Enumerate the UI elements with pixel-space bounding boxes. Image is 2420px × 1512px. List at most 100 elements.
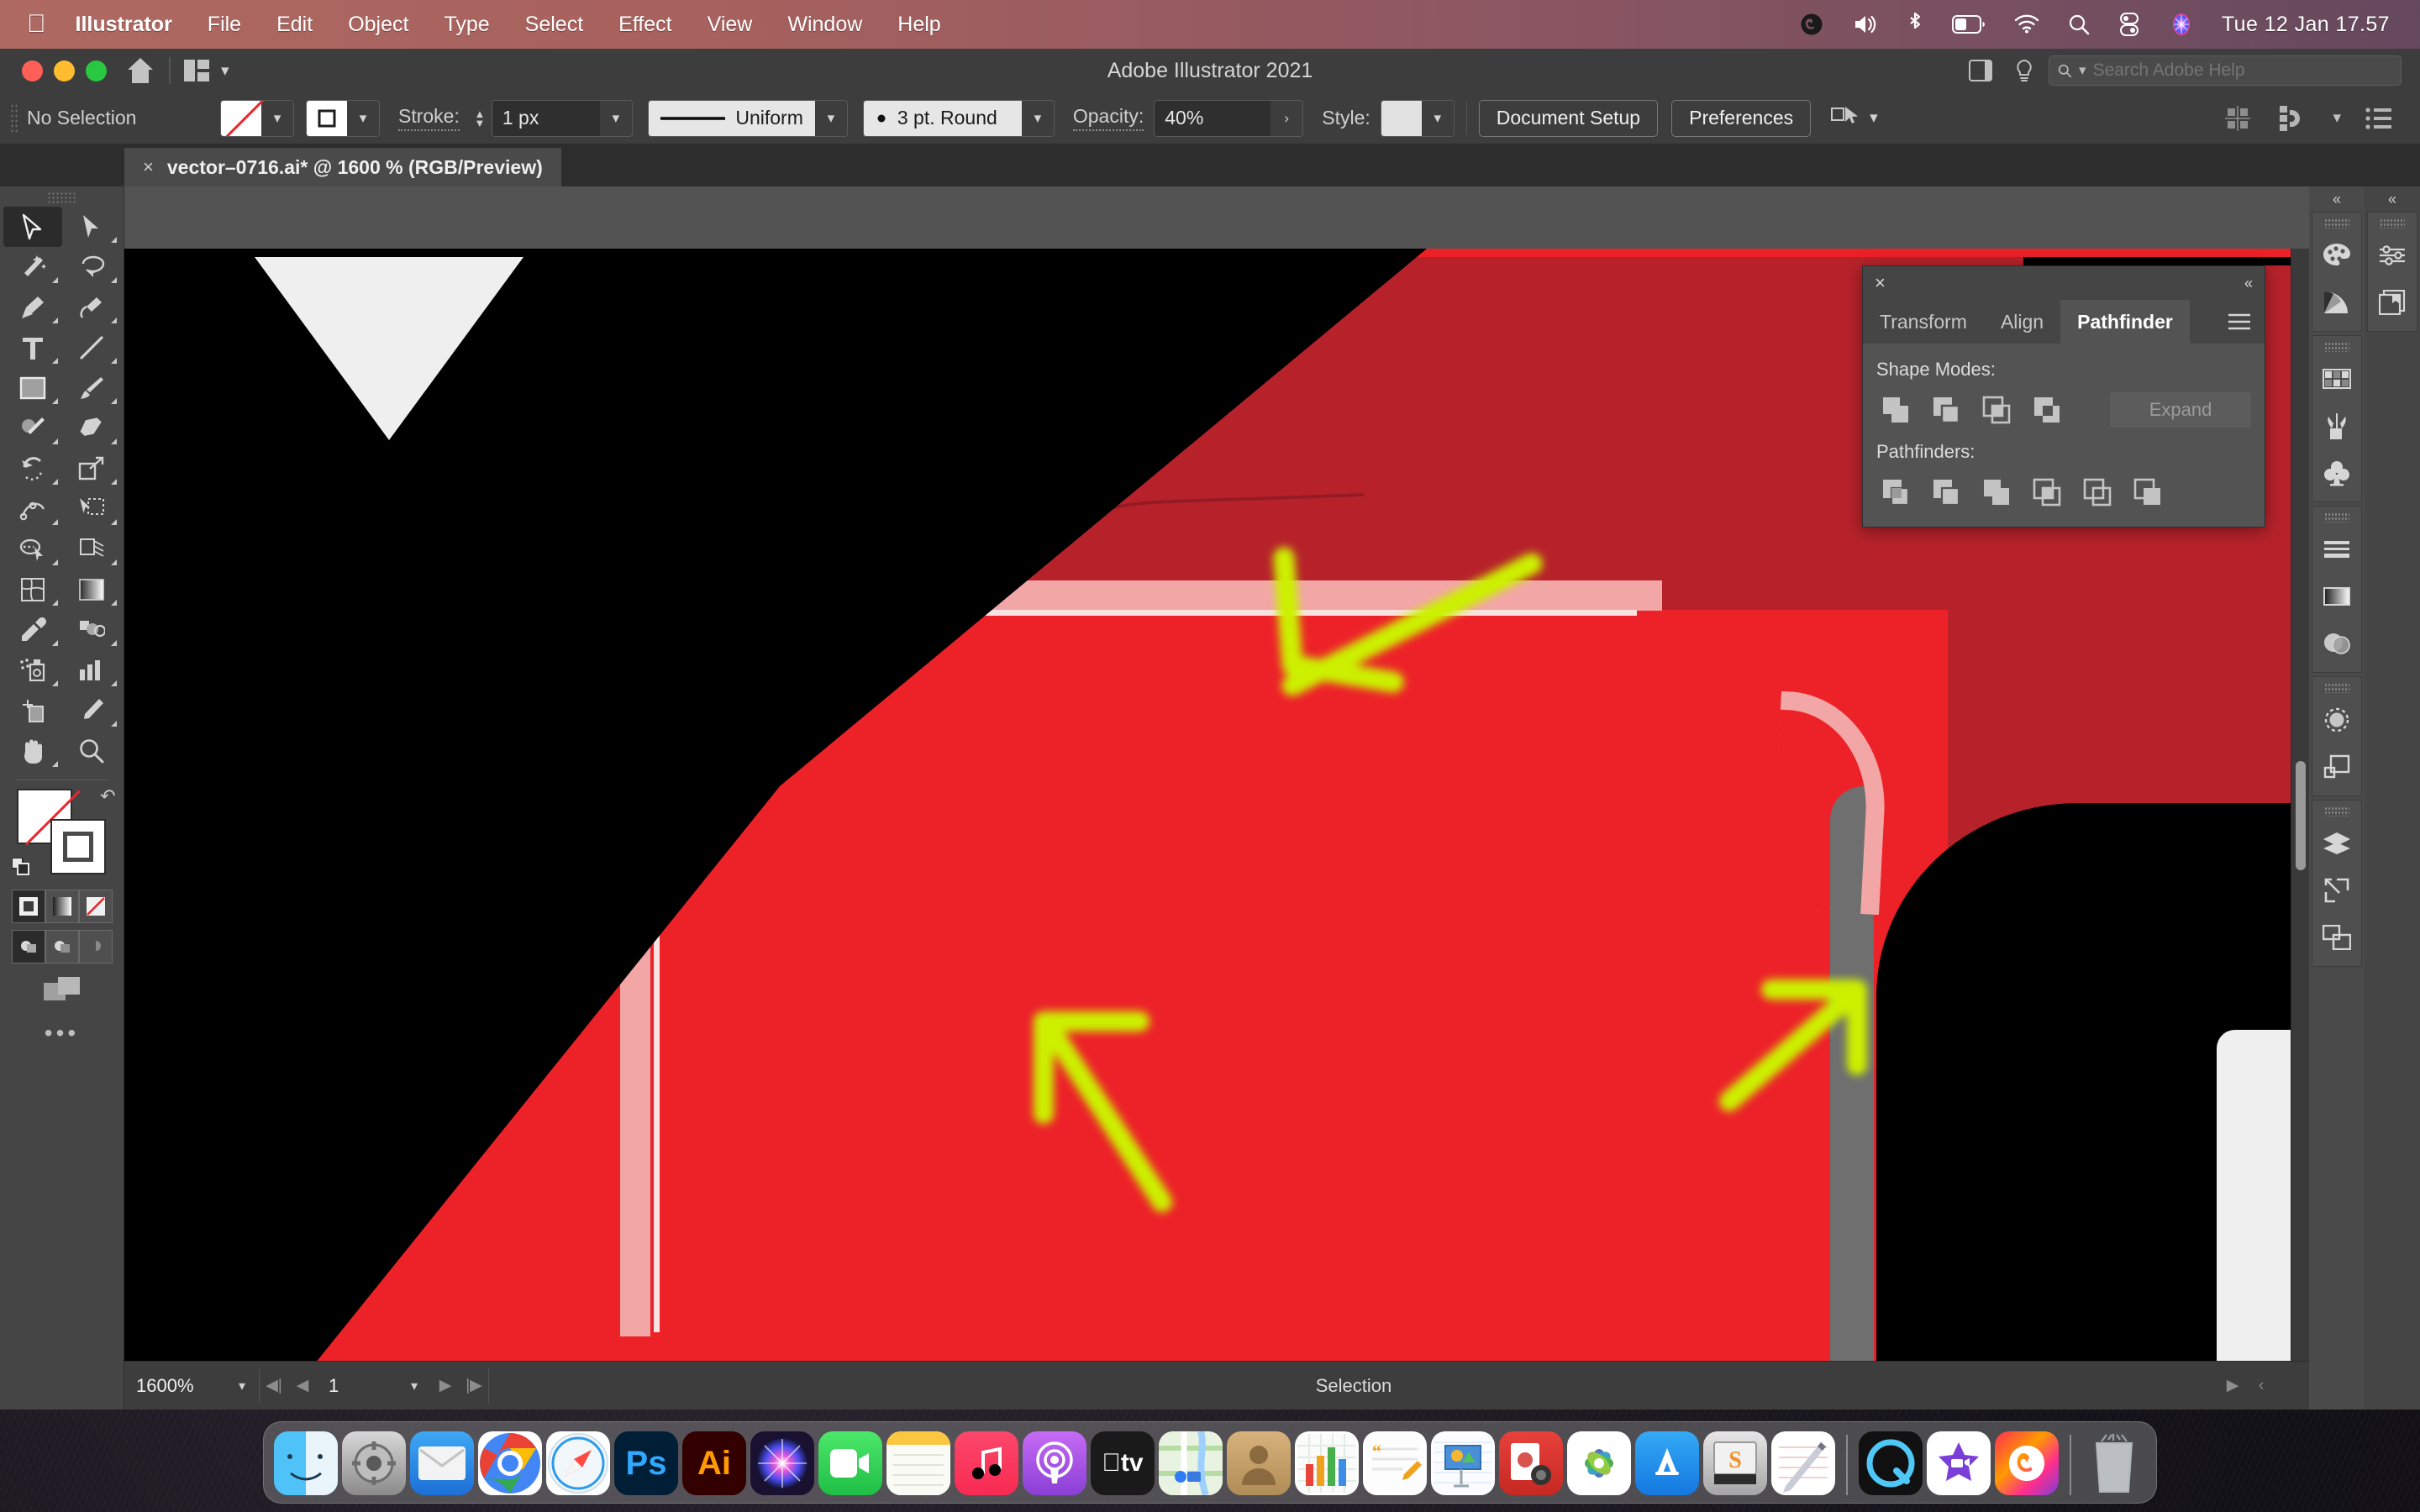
selection-tool[interactable] [3,207,62,247]
curvature-tool[interactable] [62,287,121,328]
dock-group-grip[interactable] [2324,512,2349,522]
stroke-panel-icon[interactable] [2313,526,2360,573]
mesh-tool[interactable] [3,570,62,610]
pathfinder-panel[interactable]: × « Transform Align Pathfinder Shape Mod… [1862,265,2265,528]
more-options-icon[interactable] [2360,99,2398,138]
column-graph-tool[interactable] [62,650,121,690]
menu-effect[interactable]: Effect [601,13,689,35]
symbol-sprayer-tool[interactable] [3,650,62,690]
next-artboard-icon[interactable]: ▶ [431,1369,460,1403]
dock-app-podcasts[interactable] [1023,1431,1086,1495]
tools-panel-grip[interactable] [46,192,77,203]
change-screen-mode-icon[interactable] [43,975,82,1006]
stroke-weight-stepper[interactable]: ▲ ▼ [468,108,492,129]
stroke-color-control[interactable]: ▾ [306,99,380,137]
dock-group-grip[interactable] [2324,218,2349,228]
apple-logo-icon[interactable]:  [20,12,58,37]
close-icon[interactable]: × [1875,272,1886,294]
bluetooth-icon[interactable] [1892,0,1938,49]
brush-definition-value[interactable]: 3 pt. Round [863,100,1022,136]
artboards-panel-icon[interactable] [2313,914,2360,961]
color-guide-panel-icon[interactable] [2313,279,2360,326]
dock-app-safari[interactable] [546,1431,610,1495]
dock-app-textedit[interactable] [1771,1431,1835,1495]
canvas-vertical-scroll-thumb[interactable] [2296,761,2306,870]
status-menu-arrow-icon[interactable]: ▶ [2218,1369,2247,1403]
edit-toolbar-button[interactable]: ••• [45,1020,79,1047]
menu-file[interactable]: File [190,13,259,35]
symbols-panel-icon[interactable] [2313,449,2360,496]
select-similar-chevron-down-icon[interactable]: ▾ [1870,108,1878,128]
dock-app-contacts[interactable] [1227,1431,1291,1495]
dock-app-finder[interactable] [274,1431,338,1495]
exclude-button[interactable] [2028,391,2066,429]
merge-button[interactable] [1977,473,2016,512]
line-segment-tool[interactable] [62,328,121,368]
battery-icon[interactable] [1938,0,2000,49]
menu-view[interactable]: View [690,13,771,35]
close-icon[interactable]: × [143,156,154,178]
canvas-vertical-scrollbar[interactable] [2291,249,2309,1361]
rectangle-tool[interactable] [3,368,62,408]
minus-back-button[interactable] [2128,473,2167,512]
arrange-chevron-down-icon[interactable]: ▾ [221,61,229,81]
dock-group-grip[interactable] [2324,342,2349,352]
search-adobe-help-box[interactable]: ▾ [2049,55,2402,86]
panel-menu-icon[interactable] [2214,300,2265,344]
scale-tool[interactable] [62,449,121,489]
close-window-button[interactable] [22,60,43,81]
zoom-level-value[interactable]: 1600% [124,1368,225,1403]
switch-layout-icon[interactable] [1961,51,2000,90]
dock-app-quicktime-player[interactable] [1859,1431,1923,1495]
select-similar-objects-icon[interactable] [1826,99,1865,138]
direct-selection-tool[interactable] [62,207,121,247]
color-mode-button[interactable] [11,890,45,923]
search-input[interactable] [2092,60,2392,81]
stroke-weight-control[interactable]: 1 px ▾ [491,99,633,137]
wifi-icon[interactable] [2000,0,2054,49]
menu-bar-clock[interactable]: Tue 12 Jan 17.57 [2208,13,2396,37]
fill-color-control[interactable]: ▾ [220,99,294,137]
first-artboard-icon[interactable]: ◀| [260,1369,288,1403]
snap-chevron-down-icon[interactable]: ▾ [2333,108,2341,128]
type-tool[interactable] [3,328,62,368]
libraries-panel-icon[interactable] [2369,279,2416,326]
dock-app-stickies[interactable]: S [1703,1431,1767,1495]
align-to-artboard-icon[interactable] [2218,99,2257,138]
document-tab[interactable]: × vector–0716.ai* @ 1600 % (RGB/Preview) [124,148,561,186]
dock-app-photo-booth[interactable] [1499,1431,1563,1495]
dock-app-notes[interactable] [886,1431,950,1495]
dock-app-system-preferences[interactable] [342,1431,406,1495]
divide-button[interactable] [1876,473,1915,512]
dock-app-siri[interactable] [750,1431,814,1495]
gradient-panel-icon[interactable] [2313,573,2360,620]
transparency-panel-icon[interactable] [2313,620,2360,667]
eraser-tool[interactable] [62,408,121,449]
swap-fill-stroke-icon[interactable]: ↶ [100,785,115,807]
free-transform-tool[interactable] [62,489,121,529]
fill-none-swatch[interactable] [221,100,261,136]
menu-window[interactable]: Window [770,13,880,35]
stroke-weight-value[interactable]: 1 px [492,100,600,136]
tab-transform[interactable]: Transform [1863,300,1984,344]
expand-button[interactable]: Expand [2110,392,2251,428]
menu-illustrator[interactable]: Illustrator [58,13,190,35]
brushes-panel-icon[interactable] [2313,402,2360,449]
none-mode-button[interactable] [78,890,113,923]
collapse-dock-b-icon[interactable]: « [2365,186,2420,212]
previous-artboard-icon[interactable]: ◀ [288,1369,317,1403]
appearance-panel-icon[interactable] [2313,696,2360,743]
opacity-value[interactable]: 40% [1155,100,1271,136]
asset-export-panel-icon[interactable] [2313,867,2360,914]
swatches-panel-icon[interactable] [2313,355,2360,402]
menu-select[interactable]: Select [508,13,601,35]
dock-app-apple-tv[interactable]: tv [1091,1431,1155,1495]
stroke-profile-control[interactable]: Uniform ▾ [647,99,848,137]
stroke-swatch[interactable] [50,819,106,874]
default-fill-stroke-icon[interactable] [10,857,30,876]
last-artboard-icon[interactable]: |▶ [460,1369,488,1403]
maximize-window-button[interactable] [86,60,107,81]
dock-app-app-store[interactable] [1635,1431,1699,1495]
dock-app-mail[interactable] [410,1431,474,1495]
style-chevron-down-icon[interactable]: ▾ [1421,100,1454,136]
